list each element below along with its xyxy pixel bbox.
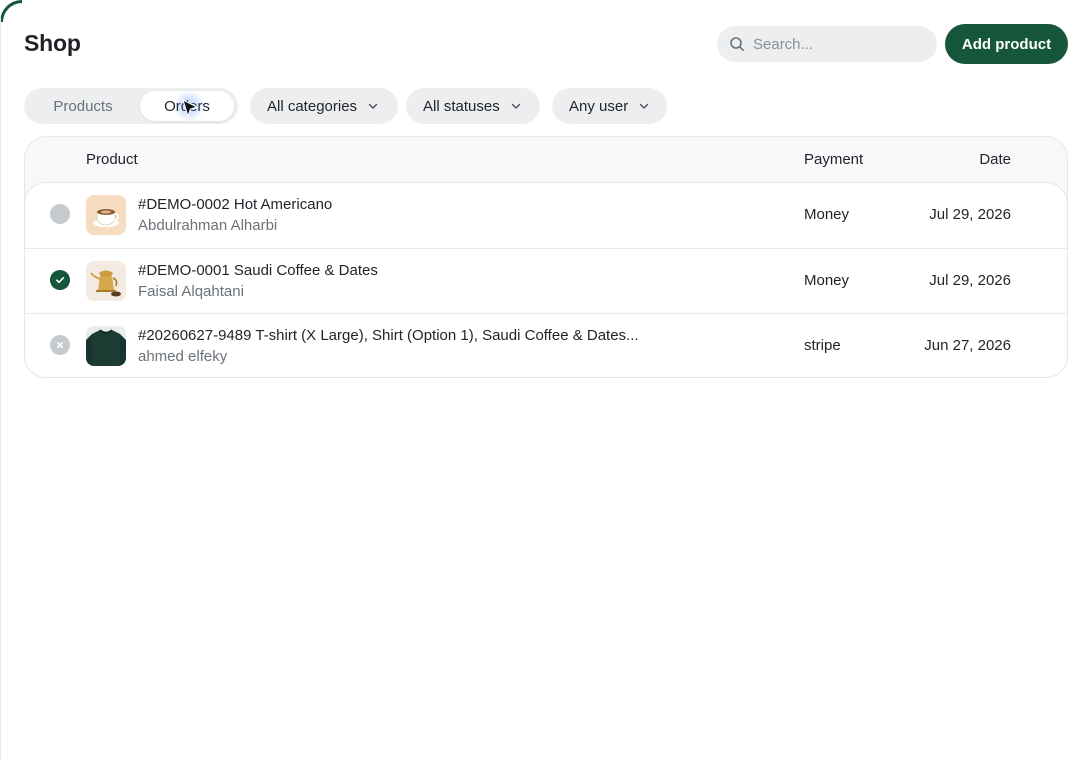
search-input[interactable] — [753, 35, 923, 53]
table-row[interactable]: #20260627-9489 T-shirt (X Large), Shirt … — [25, 313, 1067, 377]
column-header-payment[interactable]: Payment — [804, 151, 863, 168]
category-filter-dropdown[interactable]: All categories — [250, 88, 398, 124]
order-date: Jun 27, 2026 — [924, 337, 1011, 354]
search-icon — [730, 37, 744, 51]
order-customer: ahmed elfeky — [138, 348, 228, 365]
order-customer: Abdulrahman Alharbi — [138, 217, 278, 234]
status-cancelled-icon — [50, 335, 70, 355]
window-corner-accent — [0, 0, 22, 22]
column-header-product[interactable]: Product — [86, 151, 138, 168]
add-product-button[interactable]: Add product — [945, 24, 1068, 64]
order-payment: Money — [804, 206, 850, 223]
column-header-date[interactable]: Date — [979, 151, 1011, 168]
table-row[interactable]: #DEMO-0001 Saudi Coffee & Dates Faisal A… — [25, 248, 1067, 313]
order-payment: Money — [804, 272, 850, 289]
table-row[interactable]: #DEMO-0002 Hot Americano Abdulrahman Alh… — [25, 183, 1067, 248]
category-filter-label: All categories — [267, 97, 358, 115]
order-payment: stripe — [804, 337, 841, 354]
user-filter-dropdown[interactable]: Any user — [552, 88, 667, 124]
chevron-down-icon — [511, 103, 520, 109]
status-filter-dropdown[interactable]: All statuses — [406, 88, 540, 124]
page-title: Shop — [24, 30, 81, 56]
left-divider — [0, 16, 1, 760]
chevron-down-icon — [368, 103, 378, 109]
mouse-cursor-icon — [182, 99, 199, 118]
table-header: Product Payment Date — [25, 137, 1067, 182]
order-customer: Faisal Alqahtani — [138, 283, 244, 300]
dallah-coffee-pot-icon — [86, 261, 126, 301]
status-filter-label: All statuses — [423, 97, 500, 115]
table-body: #DEMO-0002 Hot Americano Abdulrahman Alh… — [24, 182, 1068, 378]
order-date: Jul 29, 2026 — [929, 272, 1011, 289]
orders-table: Product Payment Date #DEMO-0002 Hot Amer… — [24, 136, 1068, 378]
order-date: Jul 29, 2026 — [929, 206, 1011, 223]
tshirt-icon — [86, 326, 126, 366]
status-pending-icon — [50, 204, 70, 224]
status-completed-icon — [50, 270, 70, 290]
chevron-down-icon — [640, 103, 649, 109]
search-box[interactable] — [717, 26, 937, 62]
coffee-cup-icon — [86, 195, 126, 235]
order-title[interactable]: #DEMO-0002 Hot Americano — [138, 196, 332, 213]
tab-products[interactable]: Products — [27, 91, 139, 121]
order-title[interactable]: #20260627-9489 T-shirt (X Large), Shirt … — [138, 327, 639, 344]
user-filter-label: Any user — [569, 97, 629, 115]
order-title[interactable]: #DEMO-0001 Saudi Coffee & Dates — [138, 262, 378, 279]
